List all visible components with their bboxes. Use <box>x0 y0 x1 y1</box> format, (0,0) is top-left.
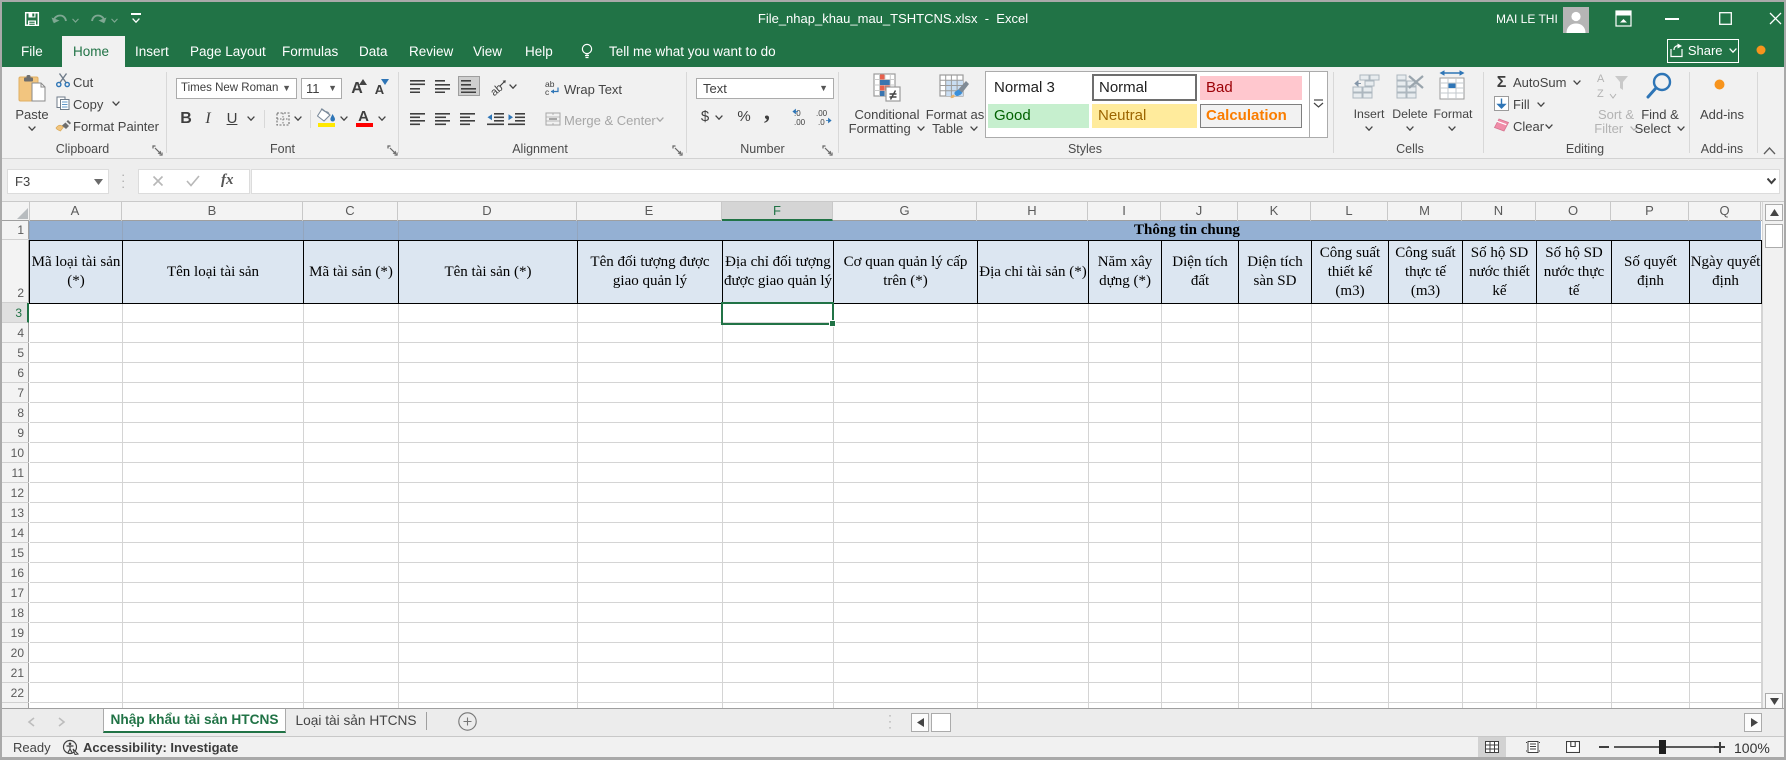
svg-text:Z: Z <box>1597 88 1604 100</box>
svg-text:.00: .00 <box>816 109 828 118</box>
svg-text:.00: .00 <box>794 118 806 126</box>
svg-text:ab: ab <box>489 82 505 97</box>
svg-text:.0: .0 <box>818 118 825 126</box>
svg-text:A: A <box>1597 73 1605 85</box>
